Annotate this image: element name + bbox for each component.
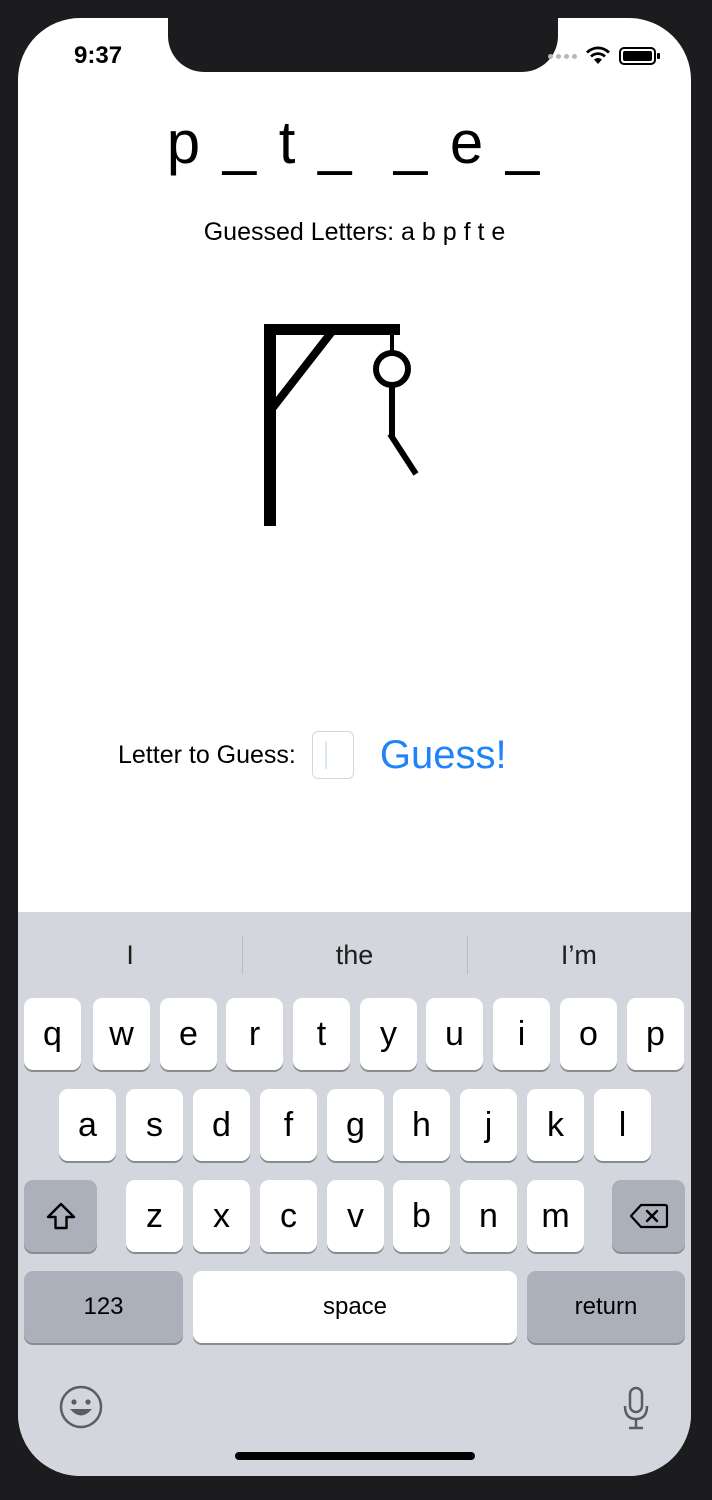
key-b[interactable]: b bbox=[393, 1180, 450, 1252]
hangman-right-arm bbox=[387, 432, 419, 476]
key-r[interactable]: r bbox=[226, 998, 283, 1070]
key-v[interactable]: v bbox=[327, 1180, 384, 1252]
key-f[interactable]: f bbox=[260, 1089, 317, 1161]
key-t[interactable]: t bbox=[293, 998, 350, 1070]
guess-label: Letter to Guess: bbox=[118, 740, 296, 769]
key-h[interactable]: h bbox=[393, 1089, 450, 1161]
phone-screen: 9:37 p _ t _ _ e _ Guessed Letters: a b … bbox=[18, 18, 691, 1476]
key-i[interactable]: i bbox=[493, 998, 550, 1070]
key-j[interactable]: j bbox=[460, 1089, 517, 1161]
guess-button[interactable]: Guess! bbox=[380, 733, 507, 778]
key-o[interactable]: o bbox=[560, 998, 617, 1070]
suggestion-item[interactable]: I’m bbox=[466, 912, 691, 998]
suggestion-item[interactable]: the bbox=[242, 912, 466, 998]
microphone-icon[interactable] bbox=[621, 1386, 651, 1432]
key-y[interactable]: y bbox=[360, 998, 417, 1070]
home-indicator bbox=[235, 1452, 475, 1460]
space-key[interactable]: space bbox=[193, 1271, 517, 1343]
gallows-brace bbox=[267, 326, 338, 413]
key-n[interactable]: n bbox=[460, 1180, 517, 1252]
suggestion-bar: I the I’m bbox=[18, 912, 691, 998]
key-e[interactable]: e bbox=[160, 998, 217, 1070]
key-c[interactable]: c bbox=[260, 1180, 317, 1252]
key-g[interactable]: g bbox=[327, 1089, 384, 1161]
guess-row: Letter to Guess: Guess! bbox=[118, 730, 507, 780]
emoji-icon[interactable] bbox=[58, 1384, 104, 1430]
key-q[interactable]: q bbox=[24, 998, 81, 1070]
gallows-post bbox=[264, 324, 276, 526]
key-k[interactable]: k bbox=[527, 1089, 584, 1161]
keyboard: I the I’m q w e r t y u i o p a s d f g … bbox=[18, 912, 691, 1476]
suggestion-item[interactable]: I bbox=[18, 912, 242, 998]
key-s[interactable]: s bbox=[126, 1089, 183, 1161]
letter-input[interactable] bbox=[311, 731, 354, 779]
shift-icon bbox=[46, 1202, 75, 1230]
hangman-head bbox=[373, 350, 411, 388]
key-d[interactable]: d bbox=[193, 1089, 250, 1161]
key-l[interactable]: l bbox=[594, 1089, 651, 1161]
text-caret bbox=[324, 741, 327, 769]
key-p[interactable]: p bbox=[627, 998, 684, 1070]
return-key[interactable]: return bbox=[527, 1271, 685, 1343]
hangman-drawing bbox=[264, 324, 419, 526]
numbers-key[interactable]: 123 bbox=[24, 1271, 183, 1343]
key-x[interactable]: x bbox=[193, 1180, 250, 1252]
key-z[interactable]: z bbox=[126, 1180, 183, 1252]
shift-key[interactable] bbox=[24, 1180, 97, 1252]
backspace-icon bbox=[629, 1203, 668, 1229]
key-w[interactable]: w bbox=[93, 998, 150, 1070]
key-m[interactable]: m bbox=[527, 1180, 584, 1252]
key-a[interactable]: a bbox=[59, 1089, 116, 1161]
key-u[interactable]: u bbox=[426, 998, 483, 1070]
backspace-key[interactable] bbox=[612, 1180, 685, 1252]
